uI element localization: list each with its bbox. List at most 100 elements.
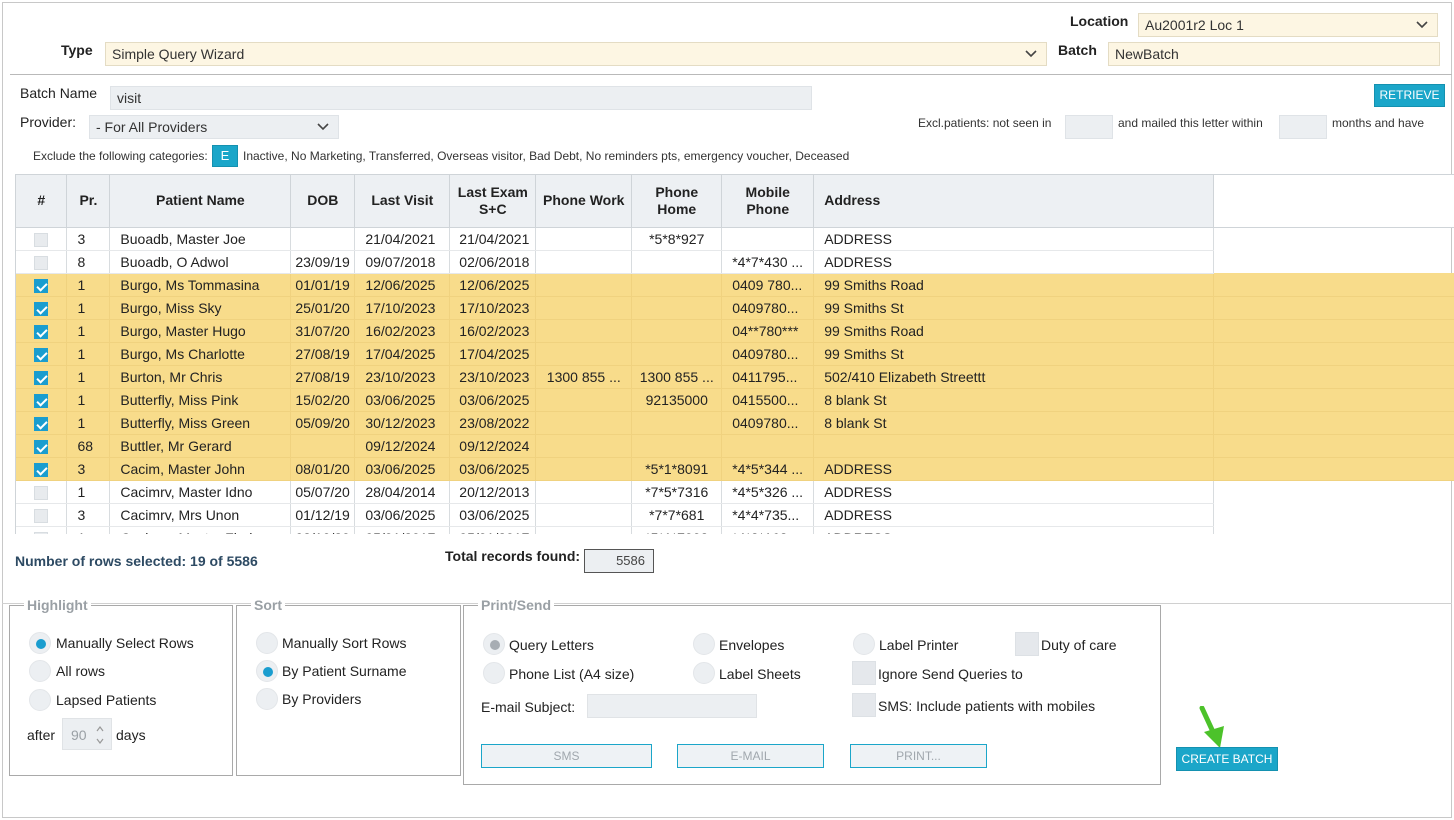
checkbox-checked-icon[interactable] <box>34 301 49 316</box>
checkbox-checked-icon[interactable] <box>34 347 49 362</box>
provider-label: Provider: <box>20 114 77 130</box>
batch-name-value: visit <box>117 90 142 106</box>
checkbox-unchecked-icon[interactable] <box>34 255 49 270</box>
col-number-header[interactable]: # <box>16 175 68 228</box>
checkbox-checked-icon[interactable] <box>34 278 49 293</box>
email-button[interactable]: E-MAIL <box>677 744 824 768</box>
row-select-cell[interactable] <box>16 503 68 527</box>
row-select-cell[interactable] <box>16 319 68 343</box>
type-select[interactable]: Simple Query Wizard <box>105 42 1047 66</box>
table-row[interactable]: 8 Buoadb, O Adwol 23/09/19 09/07/2018 02/06/… <box>16 250 1454 274</box>
highlight-all-radio[interactable] <box>29 660 51 682</box>
sort-manual-radio[interactable] <box>256 632 278 654</box>
total-records-value: 5586 <box>584 549 654 573</box>
cell-name: Cacim, Master John <box>109 457 292 481</box>
retrieve-button[interactable]: RETRIEVE <box>1374 84 1445 107</box>
mailed-within-input[interactable] <box>1279 115 1327 139</box>
table-row[interactable]: 3 Cacimrv, Mrs Unon 01/12/19 03/06/2025 03/0… <box>16 503 1454 527</box>
stepper-arrows-icon[interactable] <box>95 723 105 747</box>
row-select-cell[interactable] <box>16 526 68 534</box>
row-select-cell[interactable] <box>16 227 68 251</box>
checkbox-unchecked-icon[interactable] <box>34 508 49 523</box>
row-select-cell[interactable] <box>16 480 68 504</box>
row-select-cell[interactable] <box>16 411 68 435</box>
checkbox-unchecked-icon[interactable] <box>34 485 49 500</box>
batch-name-input[interactable]: visit <box>110 86 812 110</box>
table-row[interactable]: 1 Burgo, Miss Sky 25/01/20 17/10/2023 17/10/… <box>16 296 1454 320</box>
row-select-cell[interactable] <box>16 434 68 458</box>
cell-last-visit: 30/12/2023 <box>354 411 451 435</box>
duty-of-care-checkbox[interactable] <box>1015 632 1039 656</box>
table-row[interactable]: 1Cacimrv, Master Find03/10/2005/01/20170… <box>16 526 1454 534</box>
after-days-stepper[interactable]: 90 <box>62 718 112 750</box>
checkbox-checked-icon[interactable] <box>34 439 49 454</box>
col-phone-work-header[interactable]: Phone Work <box>535 175 633 228</box>
table-row[interactable]: 1 Burgo, Ms Charlotte 27/08/19 17/04/2025 17… <box>16 342 1454 366</box>
col-dob-header[interactable]: DOB <box>290 175 356 228</box>
cell-last-visit: 16/02/2023 <box>354 319 451 343</box>
highlight-lapsed-radio[interactable] <box>29 689 51 711</box>
table-row[interactable]: 3 Cacim, Master John 08/01/20 03/06/2025 03/… <box>16 457 1454 481</box>
row-select-cell[interactable] <box>16 365 68 389</box>
checkbox-checked-icon[interactable] <box>34 393 49 408</box>
table-row[interactable]: 68 Buttler, Mr Gerard 09/12/2024 09/12/2024 <box>16 434 1454 458</box>
row-select-cell[interactable] <box>16 457 68 481</box>
checkbox-checked-icon[interactable] <box>34 370 49 385</box>
checkbox-checked-icon[interactable] <box>34 462 49 477</box>
cell-name: Burton, Mr Chris <box>109 365 292 389</box>
print-button[interactable]: PRINT... <box>850 744 987 768</box>
query-letters-radio[interactable] <box>483 633 505 655</box>
sort-surname-radio[interactable] <box>256 660 278 682</box>
table-row[interactable]: 1 Burgo, Master Hugo 31/07/20 16/02/2023 16/… <box>16 319 1454 343</box>
create-batch-button[interactable]: CREATE BATCH <box>1176 747 1278 771</box>
table-row[interactable]: 3 Buoadb, Master Joe 21/04/2021 21/04/2021 *… <box>16 227 1454 251</box>
cell-last-exam: 02/06/2018 <box>449 250 537 274</box>
cell-address: 502/410 Elizabeth Streettt <box>813 365 1214 389</box>
cell-name: Cacimrv, Master Idno <box>109 480 292 504</box>
table-row[interactable]: 1 Butterfly, Miss Pink 15/02/20 03/06/2025 0… <box>16 388 1454 412</box>
col-mobile-phone-header[interactable]: Mobile Phone <box>721 175 815 228</box>
sms-include-checkbox[interactable] <box>852 693 876 717</box>
row-select-cell[interactable] <box>16 342 68 366</box>
row-select-cell[interactable] <box>16 273 68 297</box>
email-subject-input[interactable] <box>587 694 757 718</box>
col-address-header[interactable]: Address <box>813 175 1214 228</box>
col-patient-name-header[interactable]: Patient Name <box>109 175 292 228</box>
table-row[interactable]: 1 Cacimrv, Master Idno 05/07/20 28/04/2014 2… <box>16 480 1454 504</box>
sms-button[interactable]: SMS <box>481 744 652 768</box>
highlight-manual-radio[interactable] <box>29 632 51 654</box>
not-seen-input[interactable] <box>1065 115 1113 139</box>
location-select[interactable]: Au2001r2 Loc 1 <box>1138 13 1438 37</box>
col-last-visit-header[interactable]: Last Visit <box>354 175 451 228</box>
table-row[interactable]: 1 Butterfly, Miss Green 05/09/20 30/12/2023… <box>16 411 1454 435</box>
provider-select[interactable]: - For All Providers <box>89 115 339 139</box>
row-select-cell[interactable] <box>16 250 68 274</box>
phone-list-radio[interactable] <box>483 662 505 684</box>
print-send-group: Print/Send Query Letters Envelopes Label… <box>463 597 1161 785</box>
cell-pr: 1 <box>66 319 111 343</box>
checkbox-unchecked-icon[interactable] <box>34 531 49 534</box>
cell-phone-home: *5*8*927 <box>631 227 723 251</box>
ignore-send-checkbox[interactable] <box>852 661 876 685</box>
cell-phone-home <box>631 250 723 274</box>
exclude-edit-button[interactable]: E <box>212 145 238 167</box>
col-last-exam-header[interactable]: Last Exam S+C <box>449 175 537 228</box>
label-sheets-radio[interactable] <box>693 662 715 684</box>
checkbox-unchecked-icon[interactable] <box>34 232 49 247</box>
row-select-cell[interactable] <box>16 296 68 320</box>
sort-providers-radio[interactable] <box>256 688 278 710</box>
chevron-down-icon <box>1416 21 1428 29</box>
col-phone-home-header[interactable]: Phone Home <box>631 175 723 228</box>
table-row[interactable]: 1 Burgo, Ms Tommasina 01/01/19 12/06/2025 12… <box>16 273 1454 297</box>
cell-phone-home <box>631 411 723 435</box>
cell-phone-home <box>631 434 723 458</box>
label-printer-radio[interactable] <box>853 633 875 655</box>
col-provider-header[interactable]: Pr. <box>66 175 111 228</box>
row-select-cell[interactable] <box>16 388 68 412</box>
table-row[interactable]: 1 Burton, Mr Chris 27/08/19 23/10/2023 23/10… <box>16 365 1454 389</box>
checkbox-checked-icon[interactable] <box>34 416 49 431</box>
cell-phone-work <box>535 273 633 297</box>
checkbox-checked-icon[interactable] <box>34 324 49 339</box>
envelopes-radio[interactable] <box>693 633 715 655</box>
batch-field[interactable]: NewBatch <box>1108 42 1440 66</box>
